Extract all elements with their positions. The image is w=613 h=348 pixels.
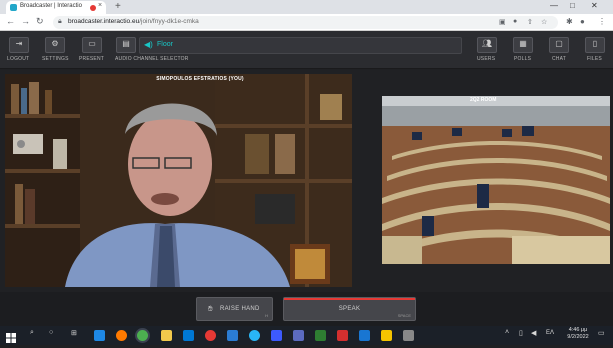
raise-hand-button[interactable]: ✋︎ RAISE HAND H: [196, 297, 273, 321]
room-name-label: 2Q2 ROOM: [470, 97, 497, 103]
polls-button[interactable]: ▦: [513, 37, 533, 53]
url-host: broadcaster.interactio.eu: [68, 18, 140, 25]
browser-menu-icon[interactable]: ⋮: [598, 17, 606, 26]
taskbar-clock[interactable]: 4:46 μμ 9/2/2022: [563, 327, 593, 341]
tab-close-button[interactable]: ×: [98, 2, 102, 9]
interactio-favicon-icon: [10, 4, 17, 11]
excel-icon[interactable]: [315, 330, 326, 341]
speak-shortcut: SPACE: [397, 313, 411, 318]
settings-label: SETTINGS: [42, 56, 69, 62]
new-tab-button[interactable]: +: [115, 1, 121, 12]
task-view-icon[interactable]: ○: [49, 329, 53, 336]
settings-button[interactable]: ⚙: [45, 37, 65, 53]
chat-button[interactable]: ▢: [549, 37, 569, 53]
files-label: FILES: [587, 56, 602, 62]
speak-indicator-bar: [284, 298, 415, 300]
close-window-button[interactable]: ✕: [591, 1, 598, 10]
edge-icon[interactable]: [249, 330, 260, 341]
file-explorer-icon[interactable]: [161, 330, 172, 341]
back-arrow-icon[interactable]: ←: [6, 16, 15, 26]
present-label: PRESENT: [79, 56, 105, 62]
mail-icon[interactable]: [271, 330, 282, 341]
audio-channel-display[interactable]: ◀) Floor: [139, 37, 462, 54]
microphone-icon[interactable]: ●: [513, 18, 517, 25]
maximize-button[interactable]: □: [570, 1, 575, 10]
search-icon[interactable]: ⌕: [30, 329, 34, 337]
audio-channel-selector-label: AUDIO CHANNEL SELECTOR: [115, 56, 189, 62]
url-text: broadcaster.interactio.eu/join/fnyy-dk1e…: [68, 18, 199, 25]
reload-icon[interactable]: ↻: [36, 16, 44, 27]
sticky-notes-icon[interactable]: [381, 330, 392, 341]
speaker-name-label: SIMOPOULOS EFSTRATIOS (YOU): [156, 76, 244, 82]
logout-button[interactable]: ⇥: [9, 37, 29, 53]
minimize-button[interactable]: —: [550, 1, 558, 10]
profile-avatar-icon[interactable]: ●: [580, 17, 585, 26]
chat-label: CHAT: [552, 56, 567, 62]
logout-icon: ⇥: [15, 39, 23, 48]
store-icon[interactable]: [183, 330, 194, 341]
users-button[interactable]: 👥︎: [477, 37, 497, 53]
outlook-icon[interactable]: [227, 330, 238, 341]
screen-share-icon: ▭: [88, 39, 96, 48]
acrobat-icon[interactable]: [337, 330, 348, 341]
settings-gear-icon: ⚙: [51, 39, 59, 48]
url-path: /join/fnyy-dk1e-cmka: [139, 18, 199, 25]
camera-icon[interactable]: ▣: [499, 18, 506, 26]
address-bar[interactable]: 🔒︎ broadcaster.interactio.eu/join/fnyy-d…: [53, 16, 558, 29]
widgets-icon[interactable]: ⊞: [71, 329, 77, 337]
chat-bubble-icon: ▢: [555, 39, 563, 48]
clock-time: 4:46 μμ: [568, 327, 588, 333]
files-icon: ▯: [592, 39, 598, 48]
firefox-icon[interactable]: [116, 330, 127, 341]
windows-start-icon[interactable]: [6, 330, 16, 343]
audio-channel-icon: ▤: [122, 39, 130, 48]
browser-tab[interactable]: Broadcaster | Interactio ×: [6, 1, 106, 14]
notifications-icon[interactable]: ▭: [598, 329, 605, 337]
tray-chevron-icon[interactable]: ˄: [505, 329, 509, 336]
polls-icon: ▦: [519, 39, 527, 48]
lock-icon: 🔒︎: [58, 18, 62, 25]
app-icon[interactable]: [403, 330, 414, 341]
network-icon[interactable]: ▯: [519, 329, 523, 337]
users-label: USERS: [477, 56, 496, 62]
recording-dot-icon: [90, 5, 96, 11]
present-button[interactable]: ▭: [82, 37, 102, 53]
extensions-icon[interactable]: ✱: [566, 17, 573, 26]
logout-label: LOGOUT: [7, 56, 30, 62]
clock-date: 9/2/2022: [567, 334, 589, 340]
files-button[interactable]: ▯: [585, 37, 605, 53]
teams-icon[interactable]: [293, 330, 304, 341]
word-icon[interactable]: [359, 330, 370, 341]
speak-button[interactable]: SPEAK SPACE: [283, 297, 416, 321]
speaker-volume-icon: ◀): [144, 40, 153, 49]
bookmark-star-icon[interactable]: ☆: [541, 18, 547, 26]
forward-arrow-icon[interactable]: →: [21, 16, 30, 26]
raise-hand-label: RAISE HAND: [220, 306, 260, 312]
users-icon: 👥︎: [481, 39, 493, 48]
tab-title: Broadcaster | Interactio: [20, 3, 82, 9]
speak-label: SPEAK: [338, 306, 361, 312]
edge-browser-icon[interactable]: [94, 330, 105, 341]
opera-icon[interactable]: [205, 330, 216, 341]
polls-label: POLLS: [514, 56, 532, 62]
hemicycle-video-image: [382, 96, 610, 264]
chrome-icon[interactable]: [137, 330, 148, 341]
self-video-feed: [5, 74, 352, 287]
room-video-feed: [382, 96, 610, 264]
audio-channel-selector-button[interactable]: ▤: [116, 37, 136, 53]
language-indicator[interactable]: ΕΛ: [546, 330, 554, 336]
volume-icon[interactable]: ◀: [531, 329, 536, 337]
speaker-video-image: [5, 74, 352, 287]
share-icon[interactable]: ⇧: [527, 18, 533, 26]
hand-icon: ✋︎: [208, 304, 213, 313]
raise-hand-shortcut: H: [265, 313, 268, 318]
floor-channel-name: Floor: [157, 41, 173, 48]
